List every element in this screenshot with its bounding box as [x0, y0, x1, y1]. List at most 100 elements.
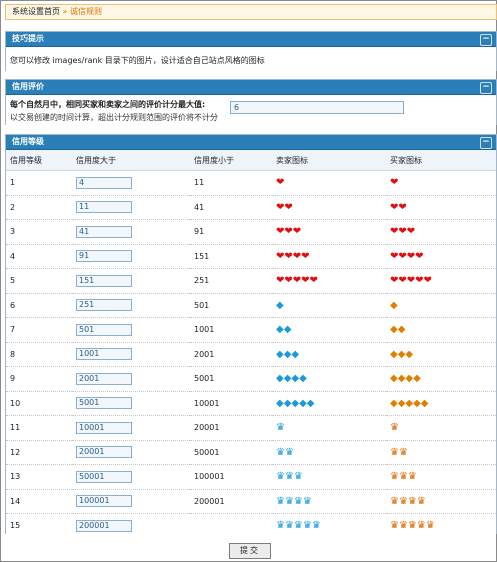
- buyer-rank-icon: ❤❤❤❤❤: [390, 275, 432, 287]
- levels-panel-title: 信用等级: [12, 137, 44, 146]
- level-cell: 1: [6, 170, 72, 196]
- seller-rank-icon: ❤❤❤❤: [276, 250, 310, 262]
- seller-icon-cell: ♛♛♛: [272, 464, 386, 490]
- submit-bar: 提交: [5, 541, 495, 559]
- breadcrumb: 系统设置首页 » 诚信规则: [5, 4, 497, 20]
- table-row: 9 2001 5001 ◆◆◆◆ ◆◆◆◆: [6, 366, 496, 392]
- seller-rank-icon: ◆: [276, 299, 284, 311]
- seller-rank-icon: ❤❤❤: [276, 226, 302, 238]
- greater-than-cell: 91: [72, 244, 190, 269]
- level-number: 13: [10, 472, 21, 482]
- greater-than-input[interactable]: 501: [76, 323, 132, 336]
- seller-icon-cell: ❤❤❤❤❤: [272, 268, 386, 294]
- less-than-cell: 91: [190, 219, 272, 245]
- seller-icon-cell: ◆: [272, 293, 386, 318]
- greater-than-input[interactable]: 200001: [76, 519, 132, 532]
- credit-panel: 信用评价 − 每个自然月中，相同买家和卖家之间的评价计分最大值: 以交易创建的时…: [5, 79, 497, 133]
- page-frame: 系统设置首页 » 诚信规则 技巧提示 − 您可以修改 images/rank 目…: [0, 0, 497, 562]
- table-row: 2 11 41 ❤❤ ❤❤: [6, 195, 496, 220]
- less-than-value: 501: [194, 300, 210, 310]
- greater-than-input[interactable]: 11: [76, 201, 132, 214]
- breadcrumb-current: 诚信规则: [70, 7, 102, 16]
- collapse-icon[interactable]: −: [480, 137, 492, 149]
- less-than-value: 2001: [194, 349, 215, 359]
- buyer-icon-cell: ❤❤❤❤❤: [386, 268, 496, 294]
- level-cell: 7: [6, 317, 72, 343]
- greater-than-input[interactable]: 41: [76, 225, 132, 238]
- seller-icon-cell: ♛♛♛♛♛: [272, 514, 386, 538]
- table-row: 4 91 151 ❤❤❤❤ ❤❤❤❤: [6, 244, 496, 269]
- greater-than-cell: 50001: [72, 464, 190, 490]
- less-than-value: 11: [194, 178, 205, 188]
- level-cell: 6: [6, 293, 72, 318]
- less-than-value: 251: [194, 276, 210, 286]
- buyer-rank-icon: ◆: [390, 299, 398, 311]
- level-number: 14: [10, 496, 21, 506]
- breadcrumb-home-link[interactable]: 系统设置首页: [12, 7, 60, 16]
- table-row: 13 50001 100001 ♛♛♛ ♛♛♛: [6, 464, 496, 490]
- buyer-icon-cell: ◆◆◆◆: [386, 366, 496, 392]
- table-row: 14 100001 200001 ♛♛♛♛ ♛♛♛♛: [6, 489, 496, 514]
- table-row: 3 41 91 ❤❤❤ ❤❤❤: [6, 219, 496, 245]
- buyer-icon-cell: ♛♛♛: [386, 464, 496, 490]
- level-cell: 8: [6, 342, 72, 367]
- level-number: 9: [10, 374, 16, 384]
- greater-than-cell: 1001: [72, 342, 190, 367]
- less-than-value: 91: [194, 227, 205, 237]
- credit-max-input[interactable]: 6: [230, 101, 404, 114]
- less-than-value: 10001: [194, 398, 220, 408]
- level-cell: 2: [6, 195, 72, 220]
- submit-button[interactable]: 提交: [229, 543, 271, 559]
- level-number: 3: [10, 227, 16, 237]
- level-number: 6: [10, 300, 16, 310]
- buyer-rank-icon: ❤❤❤: [390, 226, 416, 238]
- greater-than-input[interactable]: 50001: [76, 470, 132, 483]
- seller-rank-icon: ◆◆◆◆: [276, 373, 307, 385]
- greater-than-input[interactable]: 91: [76, 250, 132, 263]
- buyer-rank-icon: ❤❤: [390, 201, 407, 213]
- buyer-rank-icon: ◆◆◆◆: [390, 373, 421, 385]
- less-than-cell: 251: [190, 268, 272, 294]
- seller-icon-cell: ❤❤: [272, 195, 386, 220]
- greater-than-cell: 10001: [72, 415, 190, 441]
- greater-than-input[interactable]: 4: [76, 176, 132, 189]
- less-than-value: 20001: [194, 423, 220, 433]
- greater-than-input[interactable]: 100001: [76, 495, 132, 508]
- level-cell: 5: [6, 268, 72, 294]
- greater-than-cell: 41: [72, 219, 190, 245]
- table-row: 7 501 1001 ◆◆ ◆◆: [6, 317, 496, 343]
- greater-than-input[interactable]: 20001: [76, 446, 132, 459]
- buyer-rank-icon: ♛: [390, 422, 399, 434]
- seller-icon-cell: ♛♛♛♛: [272, 489, 386, 514]
- greater-than-input[interactable]: 2001: [76, 372, 132, 385]
- level-number: 15: [10, 521, 21, 531]
- less-than-cell: 10001: [190, 391, 272, 416]
- greater-than-input[interactable]: 5001: [76, 397, 132, 410]
- greater-than-cell: 11: [72, 195, 190, 220]
- buyer-rank-icon: ♛♛♛♛♛: [390, 520, 435, 532]
- seller-rank-icon: ♛: [276, 422, 285, 434]
- greater-than-input[interactable]: 151: [76, 274, 132, 287]
- less-than-cell: 2001: [190, 342, 272, 367]
- tips-text: 您可以修改 images/rank 目录下的图片，设计适合自己站点风格的图标: [10, 56, 265, 65]
- less-than-value: 200001: [194, 496, 225, 506]
- buyer-rank-icon: ♛♛♛♛: [390, 495, 426, 507]
- greater-than-input[interactable]: 251: [76, 299, 132, 312]
- less-than-value: 41: [194, 202, 205, 212]
- tips-panel-body: 您可以修改 images/rank 目录下的图片，设计适合自己站点风格的图标: [6, 47, 496, 74]
- collapse-icon[interactable]: −: [480, 82, 492, 94]
- greater-than-input[interactable]: 1001: [76, 348, 132, 361]
- buyer-icon-cell: ♛♛♛♛: [386, 489, 496, 514]
- collapse-icon[interactable]: −: [480, 34, 492, 46]
- levels-table: 信用等级 信用度大于 信用度小于 卖家图标 买家图标 1 4 11 ❤ ❤ 2 11 41 ❤❤…: [6, 150, 496, 538]
- column-header-less-than: 信用度小于: [190, 150, 272, 171]
- level-number: 2: [10, 202, 16, 212]
- buyer-icon-cell: ❤: [386, 170, 496, 196]
- greater-than-input[interactable]: 10001: [76, 421, 132, 434]
- level-number: 11: [10, 423, 21, 433]
- levels-panel: 信用等级 − 信用等级 信用度大于 信用度小于 卖家图标 买家图标 1 4 11 ❤ ❤: [5, 134, 497, 538]
- level-cell: 14: [6, 489, 72, 514]
- greater-than-cell: 501: [72, 317, 190, 343]
- buyer-icon-cell: ❤❤❤: [386, 219, 496, 245]
- less-than-value: 100001: [194, 472, 225, 482]
